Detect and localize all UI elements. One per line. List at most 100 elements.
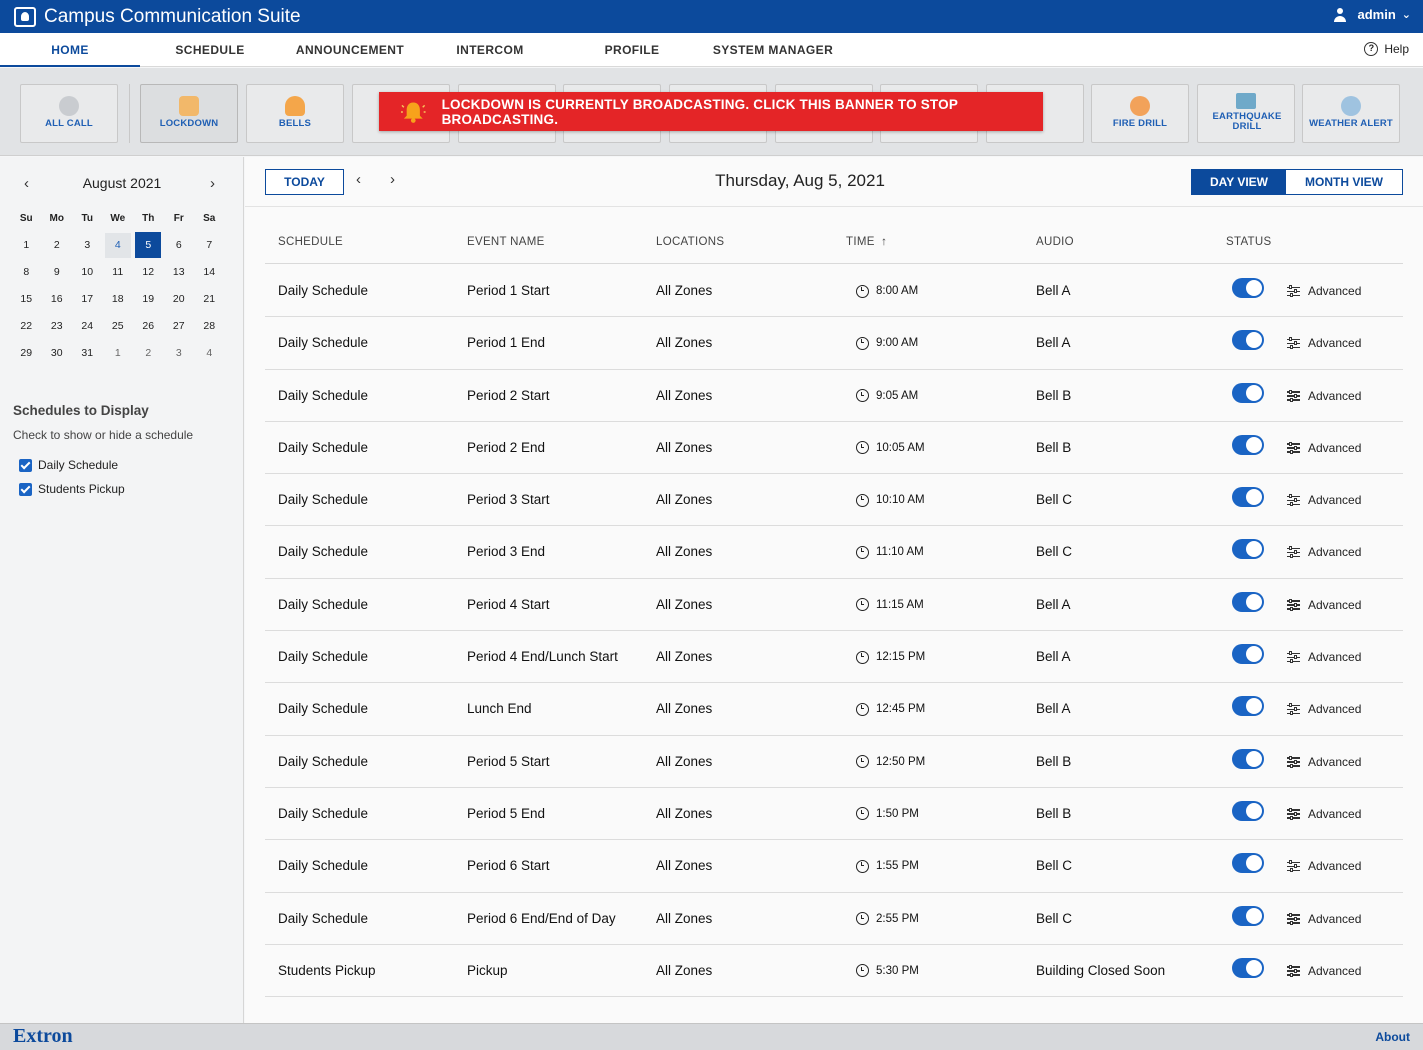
nav-announcement[interactable]: ANNOUNCEMENT xyxy=(280,33,420,67)
calendar-day[interactable]: 13 xyxy=(164,259,195,286)
advanced-button[interactable]: Advanced xyxy=(1287,370,1361,422)
calendar-day[interactable]: 5 xyxy=(133,232,164,259)
calendar-day[interactable]: 19 xyxy=(133,286,164,313)
user-menu[interactable]: admin ⌄ xyxy=(1333,7,1411,22)
col-audio[interactable]: AUDIO xyxy=(1036,236,1074,248)
status-toggle[interactable] xyxy=(1232,539,1264,560)
col-time[interactable]: TIME ↑ xyxy=(846,236,887,248)
prev-month-icon[interactable]: ‹ xyxy=(24,175,29,192)
checkbox-checked[interactable] xyxy=(19,482,32,496)
calendar-day[interactable]: 15 xyxy=(11,286,42,313)
advanced-button[interactable]: Advanced xyxy=(1287,631,1361,683)
table-row[interactable]: Daily Schedule Period 3 Start All Zones 10:… xyxy=(265,474,1403,527)
calendar-day[interactable]: 12 xyxy=(133,259,164,286)
advanced-button[interactable]: Advanced xyxy=(1287,474,1361,526)
calendar-day[interactable]: 26 xyxy=(133,313,164,340)
table-row[interactable]: Daily Schedule Period 1 End All Zones 9:00 … xyxy=(265,317,1403,370)
advanced-button[interactable]: Advanced xyxy=(1287,788,1361,840)
calendar-day[interactable]: 10 xyxy=(72,259,103,286)
calendar-day[interactable]: 4 xyxy=(194,340,225,367)
advanced-button[interactable]: Advanced xyxy=(1287,422,1361,474)
lockdown-button[interactable]: LOCKDOWN xyxy=(140,84,238,143)
calendar-day[interactable]: 8 xyxy=(11,259,42,286)
nav-system-manager[interactable]: SYSTEM MANAGER xyxy=(702,33,844,67)
advanced-button[interactable]: Advanced xyxy=(1287,526,1361,578)
table-row[interactable]: Daily Schedule Period 1 Start All Zones 8:0… xyxy=(265,265,1403,318)
day-view-button[interactable]: DAY VIEW xyxy=(1192,170,1286,194)
table-row[interactable]: Daily Schedule Period 4 Start All Zones 11:… xyxy=(265,579,1403,632)
status-toggle[interactable] xyxy=(1232,853,1264,874)
advanced-button[interactable]: Advanced xyxy=(1287,317,1361,369)
table-row[interactable]: Daily Schedule Period 3 End All Zones 11:10… xyxy=(265,526,1403,579)
calendar-day[interactable]: 2 xyxy=(42,232,73,259)
advanced-button[interactable]: Advanced xyxy=(1287,265,1361,317)
calendar-day[interactable]: 29 xyxy=(11,340,42,367)
calendar-day[interactable]: 27 xyxy=(164,313,195,340)
calendar-day[interactable]: 24 xyxy=(72,313,103,340)
status-toggle[interactable] xyxy=(1232,382,1264,403)
status-toggle[interactable] xyxy=(1232,591,1264,612)
calendar-day[interactable]: 1 xyxy=(11,232,42,259)
calendar-day[interactable]: 21 xyxy=(194,286,225,313)
table-row[interactable]: Students Pickup Pickup All Zones 5:30 PM Bui… xyxy=(265,945,1403,998)
table-row[interactable]: Daily Schedule Period 6 End/End of Day All… xyxy=(265,893,1403,945)
advanced-button[interactable]: Advanced xyxy=(1287,579,1361,631)
table-row[interactable]: Daily Schedule Period 4 End/Lunch Start Al… xyxy=(265,631,1403,684)
status-toggle[interactable] xyxy=(1232,748,1264,769)
calendar-day[interactable]: 4 xyxy=(103,232,134,259)
calendar-day[interactable]: 2 xyxy=(133,340,164,367)
table-row[interactable]: Daily Schedule Period 5 Start All Zones 12:… xyxy=(265,736,1403,788)
col-event-name[interactable]: EVENT NAME xyxy=(467,236,545,248)
calendar-day[interactable]: 22 xyxy=(11,313,42,340)
status-toggle[interactable] xyxy=(1232,278,1264,298)
status-toggle[interactable] xyxy=(1232,957,1264,978)
lockdown-broadcast-banner[interactable]: LOCKDOWN IS CURRENTLY BROADCASTING. CLIC… xyxy=(379,92,1043,131)
advanced-button[interactable]: Advanced xyxy=(1287,736,1361,788)
table-row[interactable]: Daily Schedule Period 2 Start All Zones 9:0… xyxy=(265,370,1403,422)
calendar-day[interactable]: 3 xyxy=(72,232,103,259)
status-toggle[interactable] xyxy=(1232,696,1264,717)
schedule-filter-pickup[interactable]: Students Pickup xyxy=(19,482,125,496)
next-month-icon[interactable]: › xyxy=(210,175,215,192)
calendar-day[interactable]: 7 xyxy=(194,232,225,259)
status-toggle[interactable] xyxy=(1232,330,1264,351)
status-toggle[interactable] xyxy=(1232,434,1264,455)
calendar-day[interactable]: 20 xyxy=(164,286,195,313)
weather-alert-button[interactable]: WEATHER ALERT xyxy=(1302,84,1400,143)
advanced-button[interactable]: Advanced xyxy=(1287,945,1361,997)
calendar-day[interactable]: 23 xyxy=(42,313,73,340)
help-link[interactable]: ? Help xyxy=(1364,42,1409,56)
table-row[interactable]: Daily Schedule Period 6 Start All Zones 1:5… xyxy=(265,840,1403,893)
status-toggle[interactable] xyxy=(1232,905,1264,926)
calendar-day[interactable]: 6 xyxy=(164,232,195,259)
table-row[interactable]: Daily Schedule Period 2 End All Zones 10:05… xyxy=(265,422,1403,475)
calendar-day[interactable]: 17 xyxy=(72,286,103,313)
col-status[interactable]: STATUS xyxy=(1226,236,1271,248)
all-call-button[interactable]: ALL CALL xyxy=(20,84,118,143)
col-locations[interactable]: LOCATIONS xyxy=(656,236,724,248)
calendar-day[interactable]: 30 xyxy=(42,340,73,367)
calendar-day[interactable]: 14 xyxy=(194,259,225,286)
earthquake-drill-button[interactable]: EARTHQUAKE DRILL xyxy=(1197,84,1295,143)
month-view-button[interactable]: MONTH VIEW xyxy=(1286,170,1402,194)
status-toggle[interactable] xyxy=(1232,800,1264,821)
status-toggle[interactable] xyxy=(1232,644,1264,665)
calendar-day[interactable]: 18 xyxy=(103,286,134,313)
calendar-day[interactable]: 3 xyxy=(164,340,195,367)
advanced-button[interactable]: Advanced xyxy=(1287,840,1361,892)
nav-schedule[interactable]: SCHEDULE xyxy=(140,33,280,67)
calendar-day[interactable]: 28 xyxy=(194,313,225,340)
schedule-filter-daily[interactable]: Daily Schedule xyxy=(19,458,118,472)
about-link[interactable]: About xyxy=(1375,1030,1410,1044)
table-row[interactable]: Daily Schedule Period 5 End All Zones 1:50 … xyxy=(265,788,1403,841)
table-row[interactable]: Daily Schedule Lunch End All Zones 12:45 PM… xyxy=(265,683,1403,736)
col-schedule[interactable]: SCHEDULE xyxy=(278,236,343,248)
calendar-day[interactable]: 16 xyxy=(42,286,73,313)
calendar-day[interactable]: 11 xyxy=(103,259,134,286)
calendar-day[interactable]: 31 xyxy=(72,340,103,367)
advanced-button[interactable]: Advanced xyxy=(1287,683,1361,735)
calendar-day[interactable]: 25 xyxy=(103,313,134,340)
checkbox-checked[interactable] xyxy=(19,458,32,472)
advanced-button[interactable]: Advanced xyxy=(1287,893,1361,945)
fire-drill-button[interactable]: FIRE DRILL xyxy=(1091,84,1189,143)
